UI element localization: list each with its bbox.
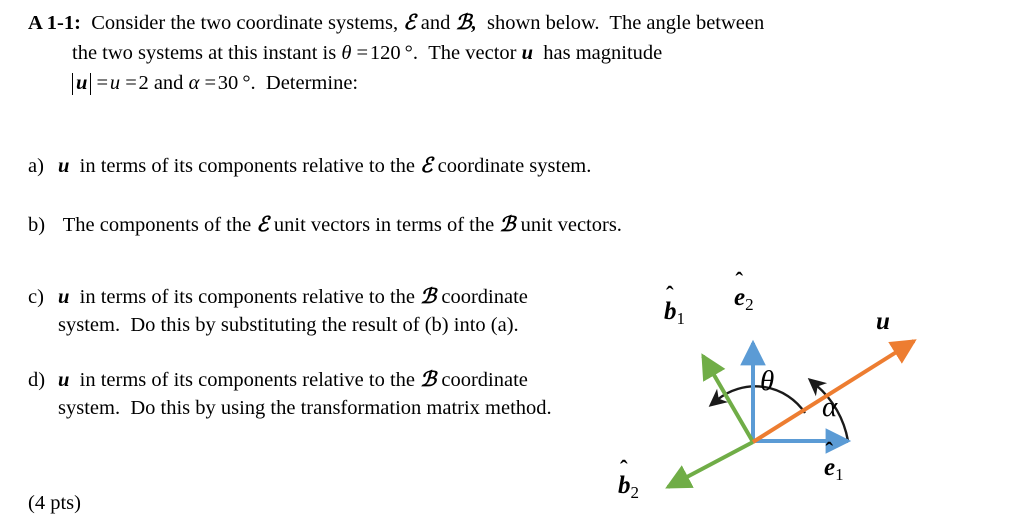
- statement-line-3-text-a: =: [91, 72, 110, 94]
- e1-label: ˆ e1: [824, 439, 844, 485]
- script-B-b: ℬ: [499, 214, 516, 236]
- u-base: u: [876, 308, 890, 335]
- statement-line-2-text-b: has magnitude: [533, 42, 663, 64]
- part-d-body: u in terms of its components relative to…: [58, 366, 568, 422]
- b1-subscript: 1: [676, 309, 686, 329]
- part-a-marker: a): [28, 155, 44, 177]
- statement-line-1-text-c: shown below. The angle between: [476, 12, 765, 34]
- coordinate-systems-diagram: ˆ b1 ˆ e2 u ˆ e1 ˆ b2 θ α: [600, 269, 1024, 530]
- script-E-b: ℰ: [256, 214, 269, 236]
- b1-hat-wrap: ˆb: [664, 283, 677, 324]
- part-c-u-symbol: u: [58, 286, 70, 308]
- hat-icon-b2: ˆ: [620, 455, 628, 481]
- alpha-value-inline: = 30 °. Determine:: [199, 72, 359, 94]
- part-b-text-c: unit vectors.: [515, 214, 622, 236]
- alpha-symbol-inline: α: [188, 72, 200, 94]
- part-a: a) u in terms of its components relative …: [28, 152, 591, 180]
- part-a-text-a: in terms of its components relative to t…: [69, 155, 421, 177]
- b2-label: ˆ b2: [618, 457, 640, 503]
- hat-icon-e1: ˆ: [825, 437, 833, 463]
- script-B-1: ℬ,: [455, 12, 477, 34]
- part-d-text-a: in terms of its components relative to t…: [69, 369, 421, 391]
- hat-icon-e2: ˆ: [735, 267, 743, 293]
- part-a-u-symbol: u: [58, 155, 70, 177]
- statement-line-2-text-a: the two systems at this instant is: [72, 42, 342, 64]
- part-c: c) u in terms of its components relative …: [28, 283, 588, 339]
- points-note: (4 pts): [28, 492, 81, 514]
- theta-label: θ: [760, 365, 775, 397]
- part-d-marker: d): [28, 369, 46, 391]
- part-a-text-b: coordinate system.: [432, 155, 592, 177]
- u-symbol-inline-1: u: [521, 42, 533, 64]
- part-c-body: u in terms of its components relative to…: [58, 283, 568, 339]
- part-c-marker: c): [28, 286, 44, 308]
- u-label: u: [876, 309, 890, 334]
- b2-axis-arrow: [665, 440, 754, 489]
- problem-statement: A 1-1: Consider the two coordinate syste…: [28, 8, 1008, 98]
- problem-tag: A 1-1:: [28, 12, 81, 34]
- statement-line-3: u = u = 2 and α = 30 °. Determine:: [28, 68, 1008, 98]
- script-E-1: ℰ: [403, 12, 416, 34]
- statement-line-1-text-b: and: [415, 12, 456, 34]
- part-b-text-b: unit vectors in terms of the: [268, 214, 500, 236]
- e2-subscript: 2: [745, 295, 754, 315]
- part-d: d) u in terms of its components relative …: [28, 366, 588, 422]
- b2-subscript: 2: [630, 483, 640, 503]
- e2-hat-wrap: ˆe: [734, 269, 745, 310]
- script-E-a: ℰ: [420, 155, 433, 177]
- part-b: b) The components of the ℰ unit vectors …: [28, 211, 622, 239]
- b2-hat-wrap: ˆb: [618, 457, 631, 498]
- b1-axis-arrow: [701, 353, 755, 444]
- part-b-marker: b): [28, 214, 46, 236]
- u-magnitude-bars: u: [72, 72, 92, 95]
- part-b-text-a: The components of the: [58, 214, 257, 236]
- e2-label: ˆ e2: [734, 269, 754, 315]
- e1-hat-wrap: ˆe: [824, 439, 835, 480]
- part-d-u-symbol: u: [58, 369, 70, 391]
- problem-page: A 1-1: Consider the two coordinate syste…: [0, 0, 1024, 530]
- e1-subscript: 1: [835, 465, 844, 485]
- statement-line-1: A 1-1: Consider the two coordinate syste…: [28, 8, 1008, 38]
- statement-line-1-text-a: Consider the two coordinate systems,: [80, 12, 404, 34]
- theta-value-inline: = 120 °. The vector: [351, 42, 522, 64]
- u-symbol-inline-2: u: [109, 72, 121, 94]
- script-B-d: ℬ: [420, 369, 437, 391]
- part-c-text-a: in terms of its components relative to t…: [69, 286, 421, 308]
- alpha-label: α: [822, 391, 838, 423]
- theta-symbol-inline: θ: [341, 42, 352, 64]
- statement-line-2: the two systems at this instant is θ = 1…: [28, 38, 1008, 68]
- u-value-inline: = 2 and: [120, 72, 189, 94]
- b1-label: ˆ b1: [664, 283, 686, 329]
- script-B-c: ℬ: [420, 286, 437, 308]
- hat-icon-b1: ˆ: [666, 281, 674, 307]
